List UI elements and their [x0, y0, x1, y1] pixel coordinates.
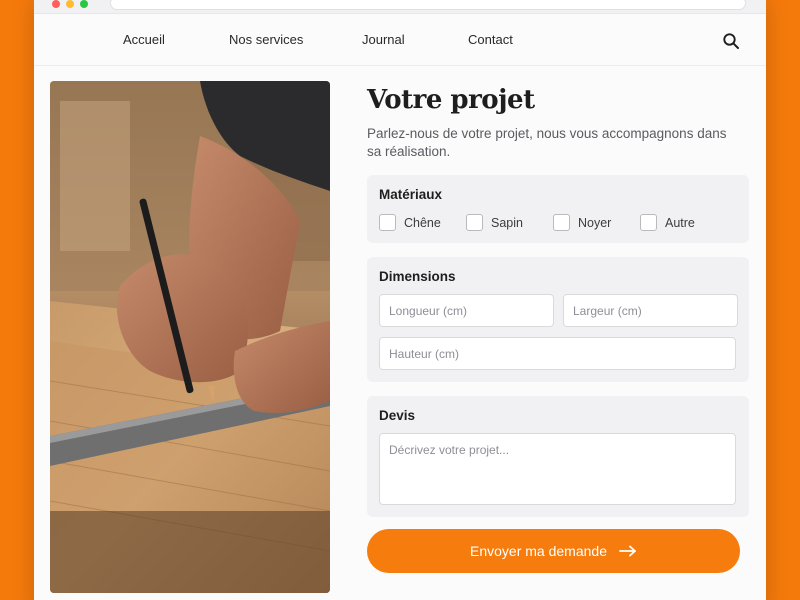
- dimensions-row-1: [379, 294, 738, 327]
- checkbox-autre[interactable]: [640, 214, 657, 231]
- length-input[interactable]: [379, 294, 554, 327]
- project-description-textarea[interactable]: [379, 433, 736, 505]
- browser-titlebar: [34, 0, 766, 14]
- quote-card: Devis: [367, 396, 749, 517]
- submit-request-button[interactable]: Envoyer ma demande: [367, 529, 740, 573]
- materials-options: Chêne Sapin Noyer Autre: [379, 214, 737, 231]
- material-option-sapin[interactable]: Sapin: [466, 214, 553, 231]
- checkbox-noyer[interactable]: [553, 214, 570, 231]
- checkbox-label-chene: Chêne: [404, 215, 441, 230]
- checkbox-chene[interactable]: [379, 214, 396, 231]
- close-window-button[interactable]: [52, 0, 60, 8]
- top-navigation: Accueil Nos services Journal Contact: [34, 14, 766, 66]
- checkbox-label-autre: Autre: [665, 215, 695, 230]
- checkbox-label-sapin: Sapin: [491, 215, 523, 230]
- quote-title: Devis: [379, 408, 416, 423]
- quote-row: [379, 433, 737, 505]
- nav-link-nos-services[interactable]: Nos services: [229, 32, 303, 47]
- dimensions-row-2: [379, 337, 737, 370]
- arrow-right-icon: [619, 545, 636, 557]
- height-input[interactable]: [379, 337, 736, 370]
- address-bar[interactable]: [110, 0, 746, 10]
- woodworker-illustration: [50, 81, 330, 593]
- maximize-window-button[interactable]: [80, 0, 88, 8]
- materials-card: Matériaux Chêne Sapin Noyer Autre: [367, 175, 749, 243]
- material-option-noyer[interactable]: Noyer: [553, 214, 640, 231]
- nav-link-accueil[interactable]: Accueil: [123, 32, 165, 47]
- submit-button-label: Envoyer ma demande: [470, 543, 607, 559]
- materials-title: Matériaux: [379, 187, 443, 202]
- nav-link-journal[interactable]: Journal: [362, 32, 405, 47]
- browser-window: Accueil Nos services Journal Contact Vot…: [34, 0, 766, 600]
- material-option-autre[interactable]: Autre: [640, 214, 727, 231]
- form-title: Votre projet: [367, 85, 535, 115]
- window-controls: [52, 0, 88, 8]
- checkbox-sapin[interactable]: [466, 214, 483, 231]
- dimensions-card: Dimensions: [367, 257, 749, 382]
- width-input[interactable]: [563, 294, 738, 327]
- checkbox-label-noyer: Noyer: [578, 215, 612, 230]
- form-subtitle: Parlez-nous de votre projet, nous vous a…: [367, 126, 727, 159]
- dimensions-title: Dimensions: [379, 269, 456, 284]
- minimize-window-button[interactable]: [66, 0, 74, 8]
- nav-link-contact[interactable]: Contact: [468, 32, 513, 47]
- search-icon[interactable]: [722, 32, 740, 50]
- hero-photo: [50, 81, 330, 593]
- material-option-chene[interactable]: Chêne: [379, 214, 466, 231]
- project-form-section: Votre projet Parlez-nous de votre projet…: [367, 81, 749, 573]
